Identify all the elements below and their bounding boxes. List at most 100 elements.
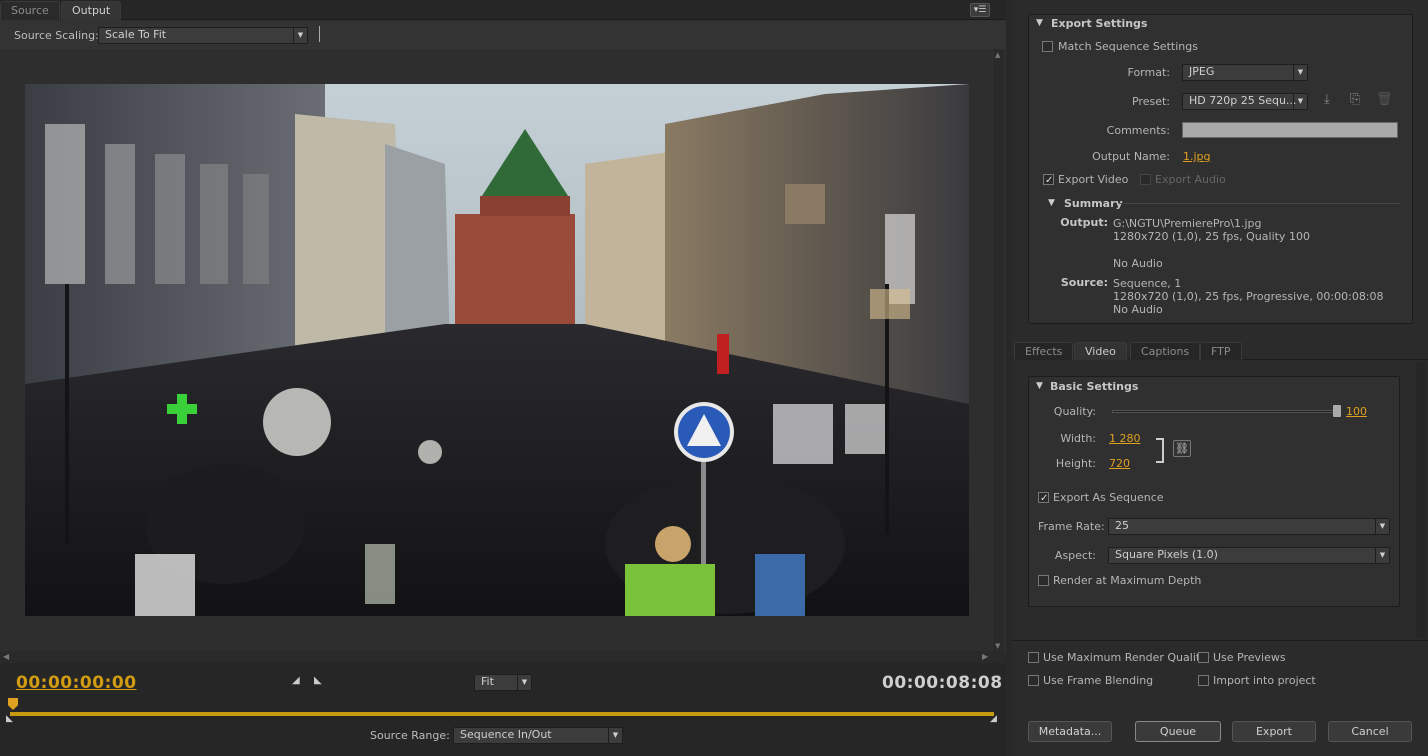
- use-previews-label: Use Previews: [1213, 651, 1286, 664]
- source-scaling-value: Scale To Fit: [105, 28, 167, 41]
- chevron-down-icon: ▼: [608, 728, 622, 743]
- height-value[interactable]: 720: [1109, 457, 1130, 470]
- comments-label: Comments:: [1106, 124, 1170, 137]
- save-preset-icon[interactable]: ⤓: [1324, 92, 1330, 107]
- quality-slider[interactable]: [1112, 410, 1338, 413]
- export-sequence-label: Export As Sequence: [1053, 491, 1164, 504]
- preset-value: HD 720p 25 Sequ...: [1189, 94, 1297, 107]
- format-label: Format:: [1127, 66, 1170, 79]
- summary-source-label: Source:: [1060, 276, 1108, 289]
- queue-button[interactable]: Queue: [1135, 721, 1221, 742]
- preset-label: Preset:: [1131, 95, 1170, 108]
- mark-in-icon[interactable]: ◢: [292, 675, 300, 686]
- height-label: Height:: [1055, 457, 1096, 470]
- preset-dropdown[interactable]: HD 720p 25 Sequ... ▼: [1182, 93, 1308, 110]
- tab-video[interactable]: Video: [1074, 342, 1127, 360]
- source-range-dropdown[interactable]: Sequence In/Out ▼: [453, 727, 623, 744]
- export-audio-checkbox[interactable]: [1140, 174, 1151, 185]
- summary-source-line1: Sequence, 1: [1113, 277, 1182, 290]
- source-scaling-bar: Source Scaling: Scale To Fit ▼: [0, 21, 1006, 49]
- collapse-triangle-icon[interactable]: ▼: [1036, 18, 1043, 28]
- vertical-scrollbar[interactable]: ▲ ▼: [993, 49, 1004, 652]
- current-timecode[interactable]: 00:00:00:00: [16, 673, 137, 693]
- zoom-dropdown[interactable]: Fit ▼: [474, 674, 532, 691]
- export-button[interactable]: Export: [1232, 721, 1316, 742]
- source-range-label: Source Range:: [370, 729, 450, 742]
- aspect-label: Aspect:: [1054, 549, 1096, 562]
- output-name-label: Output Name:: [1092, 150, 1170, 163]
- delete-preset-icon[interactable]: 🗑: [1376, 92, 1393, 107]
- chevron-down-icon: ▼: [293, 28, 307, 43]
- width-label: Width:: [1060, 432, 1096, 445]
- max-render-quality-checkbox[interactable]: [1028, 652, 1039, 663]
- cancel-button[interactable]: Cancel: [1328, 721, 1412, 742]
- summary-source-line3: No Audio: [1113, 303, 1163, 316]
- link-chain-icon[interactable]: ⛓: [1173, 440, 1191, 457]
- format-dropdown[interactable]: JPEG ▼: [1182, 64, 1308, 81]
- render-max-depth-label: Render at Maximum Depth: [1053, 574, 1202, 587]
- summary-header: Summary: [1064, 197, 1123, 210]
- import-preset-icon[interactable]: ⎘: [1350, 92, 1360, 107]
- width-value[interactable]: 1 280: [1109, 432, 1141, 445]
- summary-collapse-icon[interactable]: ▼: [1048, 198, 1055, 208]
- quality-slider-handle[interactable]: [1333, 405, 1341, 417]
- timeline-track[interactable]: [10, 712, 994, 716]
- metadata-button[interactable]: Metadata...: [1028, 721, 1112, 742]
- scroll-up-icon[interactable]: ▲: [995, 51, 1000, 59]
- divider: [319, 26, 320, 42]
- output-name-link[interactable]: 1.jpg: [1183, 150, 1211, 163]
- source-scaling-dropdown[interactable]: Scale To Fit ▼: [98, 27, 308, 44]
- use-previews-checkbox[interactable]: [1198, 652, 1209, 663]
- zoom-value: Fit: [481, 675, 494, 688]
- match-sequence-label: Match Sequence Settings: [1058, 40, 1198, 53]
- export-settings-panel: ▼ Export Settings Match Sequence Setting…: [1012, 0, 1428, 756]
- chevron-down-icon: ▼: [1293, 65, 1307, 80]
- source-range-value: Sequence In/Out: [460, 728, 552, 741]
- mark-out-icon[interactable]: ◣: [314, 675, 322, 686]
- street-scene-image: [25, 84, 969, 616]
- chevron-down-icon: ▼: [517, 675, 531, 690]
- export-settings-header: Export Settings: [1051, 17, 1148, 30]
- duration-timecode: 00:00:08:08: [882, 673, 1003, 693]
- frame-rate-label: Frame Rate:: [1038, 520, 1105, 533]
- summary-source-line2: 1280x720 (1,0), 25 fps, Progressive, 00:…: [1113, 290, 1384, 303]
- max-render-quality-label: Use Maximum Render Quality: [1043, 651, 1207, 664]
- format-value: JPEG: [1189, 65, 1215, 78]
- scroll-right-icon[interactable]: ▶: [982, 652, 988, 661]
- summary-output-line2: 1280x720 (1,0), 25 fps, Quality 100: [1113, 230, 1310, 243]
- tab-captions[interactable]: Captions: [1130, 342, 1201, 360]
- frame-rate-dropdown[interactable]: 25 ▼: [1108, 518, 1390, 535]
- import-project-checkbox[interactable]: [1198, 675, 1209, 686]
- tab-output[interactable]: Output: [61, 1, 122, 20]
- aspect-value: Square Pixels (1.0): [1115, 548, 1218, 561]
- basic-settings-header: Basic Settings: [1050, 380, 1139, 393]
- playback-controls: 00:00:00:00 ◢ ◣ Fit ▼ 00:00:08:08 Source…: [0, 663, 1006, 756]
- scroll-down-icon[interactable]: ▼: [995, 642, 1000, 650]
- out-point-icon[interactable]: ◢: [990, 714, 997, 724]
- summary-output-label: Output:: [1060, 216, 1108, 229]
- render-max-depth-checkbox[interactable]: [1038, 575, 1049, 586]
- horizontal-scrollbar[interactable]: ◀ ▶: [0, 651, 1006, 663]
- comments-field[interactable]: [1182, 122, 1398, 138]
- export-video-checkbox[interactable]: [1043, 174, 1054, 185]
- link-bracket: [1156, 438, 1164, 463]
- tab-ftp[interactable]: FTP: [1200, 342, 1242, 360]
- settings-scrollbar[interactable]: [1416, 362, 1426, 638]
- frame-blending-checkbox[interactable]: [1028, 675, 1039, 686]
- chevron-down-icon: ▼: [1375, 548, 1389, 563]
- video-frame: [25, 84, 969, 616]
- in-point-icon[interactable]: ◣: [6, 714, 13, 724]
- basic-collapse-icon[interactable]: ▼: [1036, 381, 1043, 391]
- tab-effects[interactable]: Effects: [1014, 342, 1074, 360]
- import-project-label: Import into project: [1213, 674, 1316, 687]
- quality-value[interactable]: 100: [1346, 405, 1367, 418]
- aspect-dropdown[interactable]: Square Pixels (1.0) ▼: [1108, 547, 1390, 564]
- quality-label: Quality:: [1053, 405, 1096, 418]
- match-sequence-checkbox[interactable]: [1042, 41, 1053, 52]
- tab-source[interactable]: Source: [0, 1, 60, 20]
- frame-blending-label: Use Frame Blending: [1043, 674, 1154, 687]
- scroll-left-icon[interactable]: ◀: [3, 652, 9, 661]
- export-sequence-checkbox[interactable]: [1038, 492, 1049, 503]
- chevron-down-icon: ▼: [1375, 519, 1389, 534]
- panel-menu-icon[interactable]: ▾☰: [970, 3, 990, 17]
